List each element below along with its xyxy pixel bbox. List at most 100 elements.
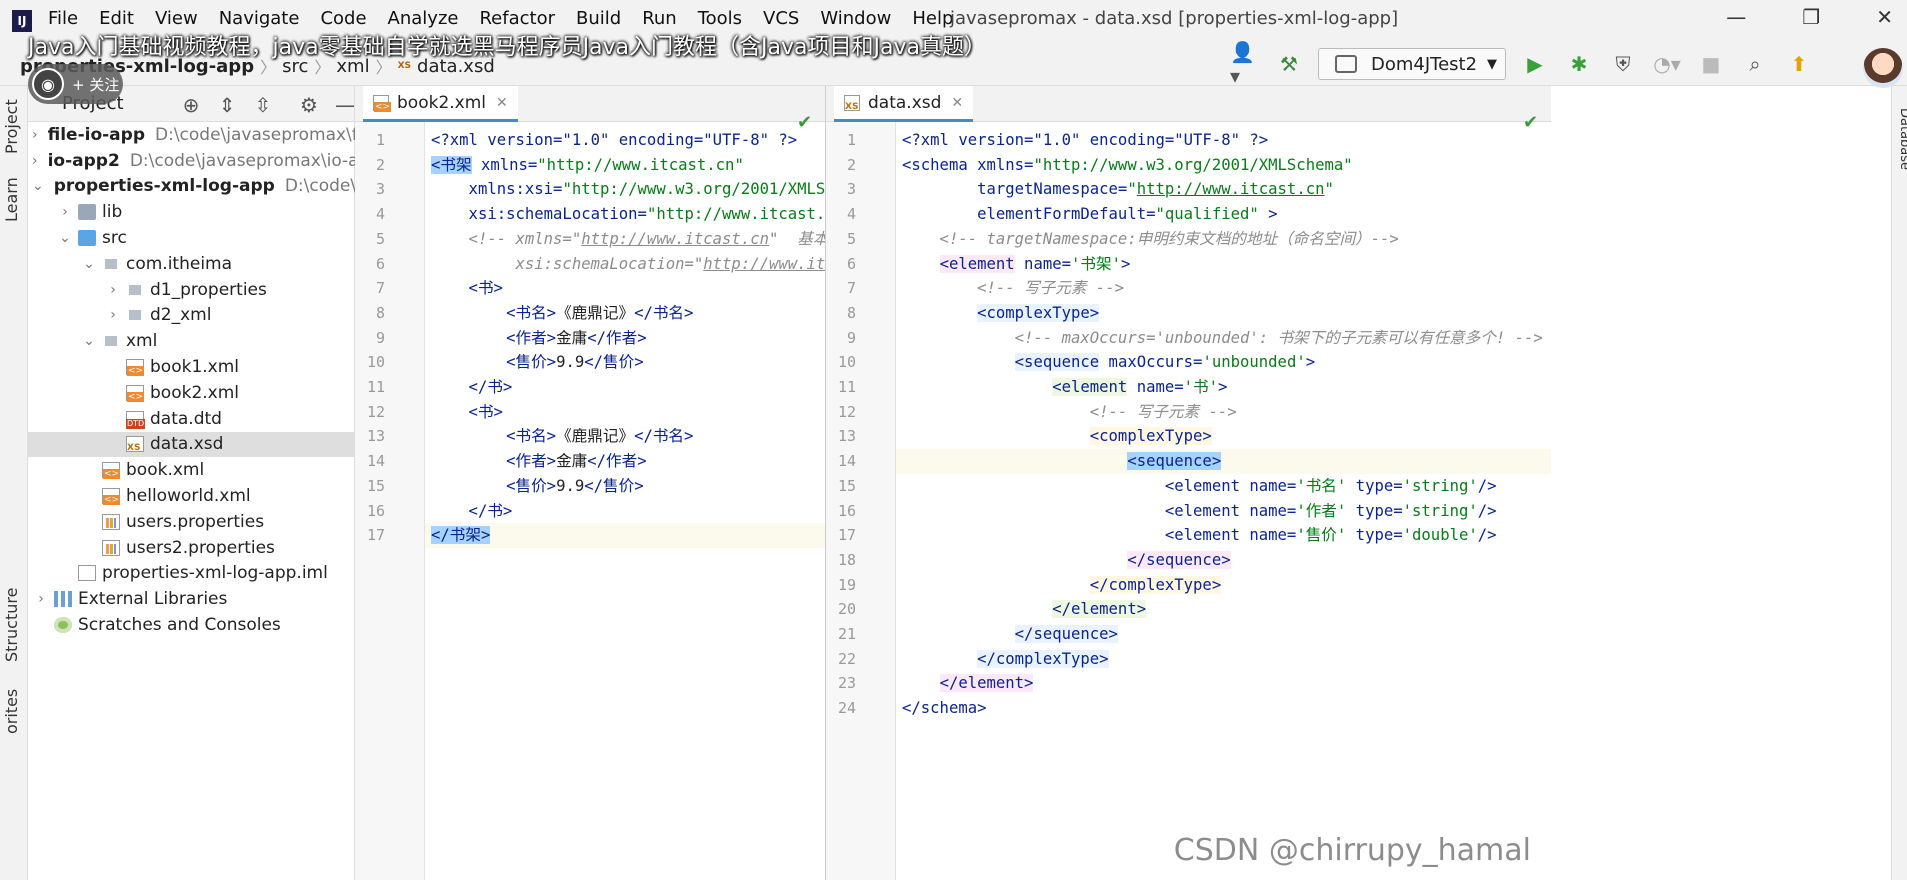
tree-item[interactable]: helloworld.xml	[28, 483, 354, 509]
profile-icon[interactable]: ◔▾	[1652, 49, 1682, 79]
chevron-down-icon[interactable]: ⌄	[56, 230, 74, 246]
chevron-right-icon[interactable]: ›	[32, 127, 38, 143]
run-configuration-dropdown[interactable]: Dom4JTest2 ▼	[1318, 48, 1506, 80]
code-line[interactable]: <!-- xmlns="http://www.itcast.cn" 基本位	[425, 227, 825, 252]
menu-vcs[interactable]: VCS	[763, 8, 799, 29]
tab-database[interactable]: Database	[1888, 94, 1907, 184]
tree-item[interactable]: book2.xml	[28, 380, 354, 406]
tree-item[interactable]: data.xsd	[28, 431, 354, 458]
update-icon[interactable]: ⬆	[1784, 49, 1814, 79]
code-line[interactable]: </schema>	[896, 696, 1551, 721]
code-line[interactable]: xsi:schemaLocation="http://www.itca	[425, 252, 825, 277]
code-line[interactable]: <complexType>	[896, 424, 1551, 449]
code-line[interactable]: <sequence maxOccurs='unbounded'>	[896, 350, 1551, 375]
locate-icon[interactable]: ⊕	[176, 90, 206, 120]
minimize-icon[interactable]: —	[1726, 5, 1746, 29]
tree-item[interactable]: › file-io-app D:\code\javasepromax\file-io	[28, 122, 399, 148]
tab-learn[interactable]: Learn	[2, 170, 26, 230]
code-line[interactable]: <书名>《鹿鼎记》</书名>	[425, 424, 825, 449]
tab-project[interactable]: Project	[2, 92, 26, 162]
code-line[interactable]: targetNamespace="http://www.itcast.cn"	[896, 177, 1551, 202]
close-icon[interactable]: ✕	[1876, 5, 1893, 29]
chevron-down-icon[interactable]: ⌄	[80, 256, 98, 272]
follow-button[interactable]: ◉ + 关注	[28, 64, 123, 104]
chevron-down-icon[interactable]: ⌄	[32, 178, 44, 194]
menu-refactor[interactable]: Refactor	[479, 8, 555, 29]
code-line[interactable]: <?xml version="1.0" encoding="UTF-8" ?>	[425, 128, 825, 153]
tab-data-xsd[interactable]: data.xsd ✕	[834, 86, 974, 122]
code-line[interactable]: <element name='作者' type='string'/>	[896, 499, 1551, 524]
code-line[interactable]: </element>	[896, 597, 1551, 622]
code-line[interactable]: <售价>9.9</售价>	[425, 474, 825, 499]
tree-item[interactable]: › d2_xml	[28, 303, 354, 329]
tree-item[interactable]: users2.properties	[28, 535, 354, 561]
tree-item[interactable]: ⌄ com.itheima	[28, 251, 354, 277]
code-line[interactable]: <element name='书名' type='string'/>	[896, 474, 1551, 499]
coverage-icon[interactable]: ⛨	[1608, 49, 1638, 79]
tab-favorites[interactable]: orites	[2, 686, 26, 736]
code-line[interactable]: </书>	[425, 499, 825, 524]
code-line[interactable]: <!-- targetNamespace:申明约束文档的地址（命名空间）-->	[896, 227, 1551, 252]
tree-item[interactable]: ⌄ src	[28, 225, 354, 251]
menu-help[interactable]: Help	[912, 8, 953, 29]
chevron-right-icon[interactable]: ›	[32, 591, 50, 607]
tree-item[interactable]: ⌄ xml	[28, 328, 354, 354]
tree-item[interactable]: users.properties	[28, 509, 354, 535]
code-line[interactable]: <书架 xmlns="http://www.itcast.cn"	[425, 153, 825, 178]
menu-code[interactable]: Code	[320, 8, 366, 29]
chevron-down-icon[interactable]: ⌄	[80, 333, 98, 349]
code-line[interactable]: <书名>《鹿鼎记》</书名>	[425, 301, 825, 326]
code-line[interactable]: <complexType>	[896, 301, 1551, 326]
search-icon[interactable]: ⌕	[1740, 49, 1770, 79]
close-tab-icon[interactable]: ✕	[951, 95, 963, 111]
code-line[interactable]: <sequence>	[896, 449, 1551, 474]
code-line[interactable]: <element name='书架'>	[896, 252, 1551, 277]
tree-item[interactable]: › lib	[28, 199, 354, 225]
menu-tools[interactable]: Tools	[698, 8, 742, 29]
code-area[interactable]: <?xml version="1.0" encoding="UTF-8" ?> <…	[896, 122, 1551, 880]
menu-build[interactable]: Build	[576, 8, 621, 29]
code-line[interactable]: <!-- 写子元素 -->	[896, 400, 1551, 425]
chevron-right-icon[interactable]: ›	[56, 204, 74, 220]
code-line[interactable]: <作者>金庸</作者>	[425, 326, 825, 351]
code-line[interactable]: </书架>	[425, 523, 825, 548]
chevron-right-icon[interactable]: ›	[104, 282, 122, 298]
code-line[interactable]: <书>	[425, 400, 825, 425]
menu-edit[interactable]: Edit	[99, 8, 134, 29]
code-line[interactable]: elementFormDefault="qualified" >	[896, 202, 1551, 227]
code-line[interactable]: <schema xmlns="http://www.w3.org/2001/XM…	[896, 153, 1551, 178]
code-line[interactable]: xmlns:xsi="http://www.w3.org/2001/XMLSch	[425, 177, 825, 202]
tree-item[interactable]: data.dtd	[28, 406, 354, 432]
code-line[interactable]: <书>	[425, 276, 825, 301]
tab-structure[interactable]: Structure	[2, 580, 26, 670]
tree-item[interactable]: ⌄ properties-xml-log-app D:\code\javase	[28, 174, 411, 200]
code-line[interactable]: </sequence>	[896, 548, 1551, 573]
debug-icon[interactable]: ✱	[1564, 49, 1594, 79]
code-line[interactable]: <作者>金庸</作者>	[425, 449, 825, 474]
tree-item[interactable]: properties-xml-log-app.iml	[28, 561, 354, 587]
code-line[interactable]: </书>	[425, 375, 825, 400]
tree-item[interactable]: book1.xml	[28, 354, 354, 380]
menu-analyze[interactable]: Analyze	[388, 8, 459, 29]
run-icon[interactable]: ▶	[1520, 49, 1550, 79]
tab-book2-xml[interactable]: book2.xml ✕	[363, 86, 518, 122]
tree-item[interactable]: › io-app2 D:\code\javasepromax\io-app2	[28, 148, 391, 174]
tree-item[interactable]: › External Libraries	[28, 586, 354, 612]
code-line[interactable]: <!-- maxOccurs='unbounded': 书架下的子元素可以有任意…	[896, 326, 1551, 351]
code-line[interactable]: </complexType>	[896, 573, 1551, 598]
code-area[interactable]: <?xml version="1.0" encoding="UTF-8" ?> <…	[425, 122, 825, 880]
gear-icon[interactable]: ⚙	[294, 90, 324, 120]
close-tab-icon[interactable]: ✕	[496, 95, 508, 111]
chevron-right-icon[interactable]: ›	[32, 153, 38, 169]
tree-item[interactable]: › d1_properties	[28, 277, 354, 303]
hammer-build-icon[interactable]: ⚒	[1274, 49, 1304, 79]
tree-item[interactable]: Scratches and Consoles	[28, 612, 354, 638]
menu-navigate[interactable]: Navigate	[219, 8, 300, 29]
expand-all-icon[interactable]: ⇕	[212, 90, 242, 120]
stop-icon[interactable]: ■	[1696, 49, 1726, 79]
menu-view[interactable]: View	[155, 8, 198, 29]
menu-window[interactable]: Window	[820, 8, 891, 29]
code-line[interactable]: xsi:schemaLocation="http://www.itcast.cr	[425, 202, 825, 227]
menu-run[interactable]: Run	[642, 8, 677, 29]
code-line[interactable]: <!-- 写子元素 -->	[896, 276, 1551, 301]
